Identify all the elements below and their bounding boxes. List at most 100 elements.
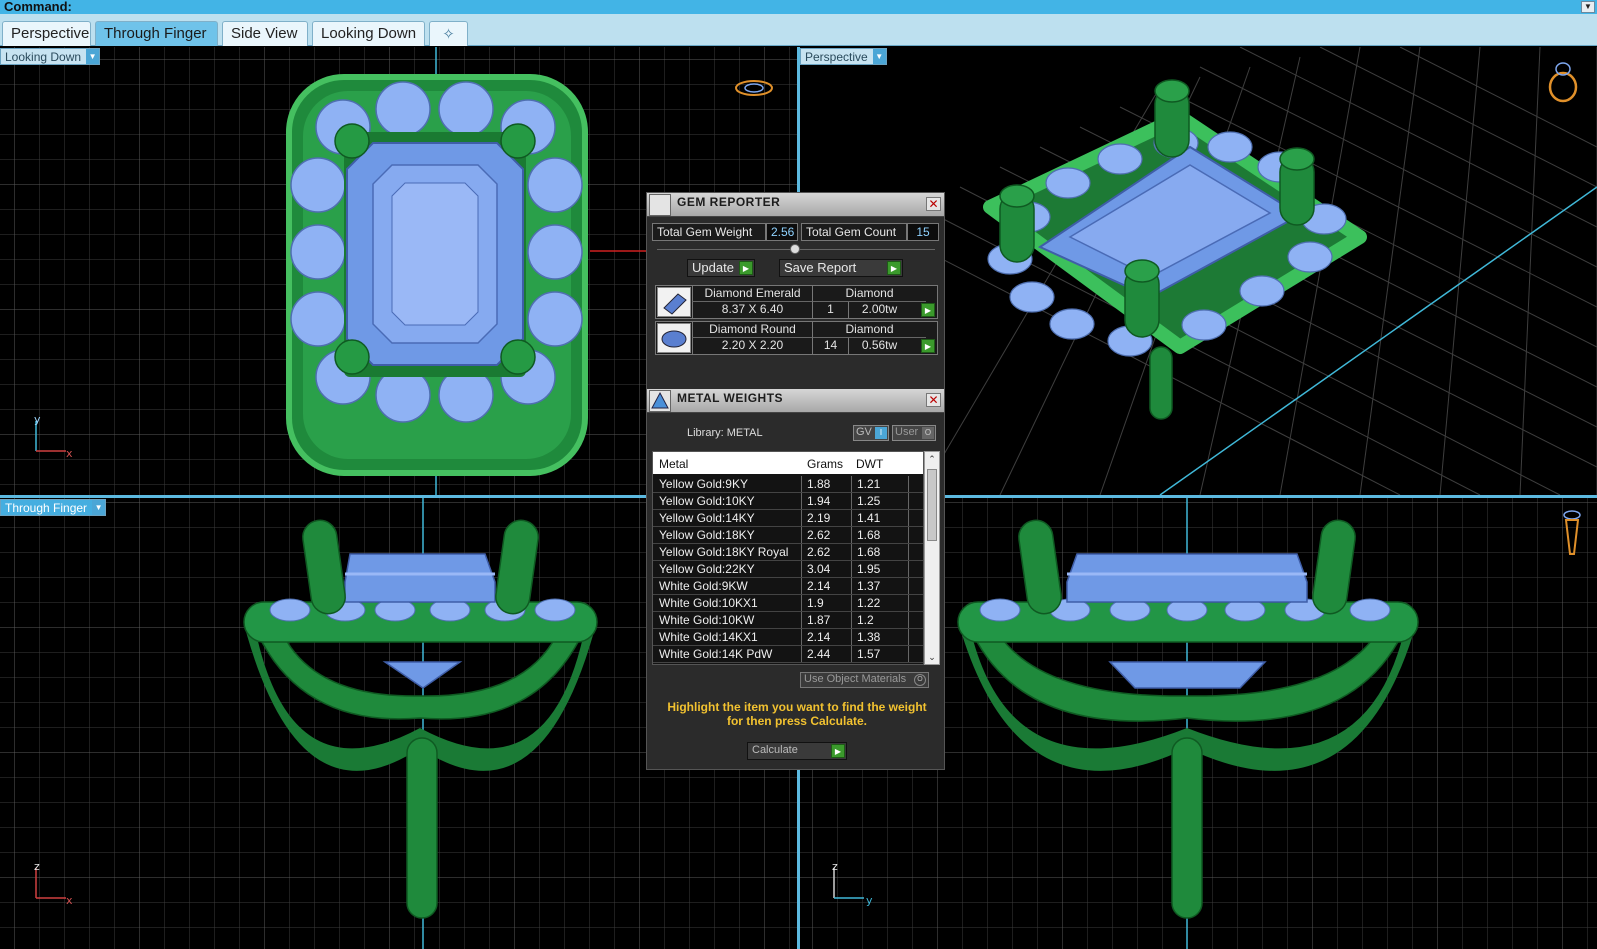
user-toggle[interactable]: User O bbox=[892, 425, 936, 441]
gem-material: Diamond bbox=[812, 322, 926, 338]
metal-dwt: 1.41 bbox=[851, 510, 909, 526]
viewport-label-looking-down[interactable]: Looking Down ▼ bbox=[0, 48, 101, 65]
user-label: User bbox=[895, 426, 919, 438]
metal-weight-icon bbox=[649, 390, 671, 412]
ring-orientation-icon bbox=[1563, 510, 1581, 555]
update-button-label: Update bbox=[692, 260, 734, 275]
metal-grams: 2.44 bbox=[801, 646, 851, 662]
gem-count: 14 bbox=[812, 338, 848, 354]
axis-label-x: x bbox=[66, 447, 73, 460]
total-gem-weight-value: 2.56 bbox=[766, 223, 798, 241]
calculate-hint: Highlight the item you want to find the … bbox=[667, 700, 927, 728]
axis-label-z: z bbox=[832, 860, 838, 873]
table-row[interactable]: Yellow Gold:14KY 2.19 1.41 bbox=[653, 510, 923, 527]
metal-dwt: 1.2 bbox=[851, 612, 909, 628]
total-gem-count-label: Total Gem Count bbox=[801, 223, 907, 241]
chevron-down-icon[interactable]: ▼ bbox=[86, 49, 100, 64]
metal-name: Yellow Gold:14KY bbox=[659, 511, 755, 525]
table-row[interactable]: Yellow Gold:9KY 1.88 1.21 bbox=[653, 476, 923, 493]
scroll-down-icon[interactable]: ⌄ bbox=[925, 650, 939, 664]
table-row[interactable]: Yellow Gold:22KY 3.04 1.95 bbox=[653, 561, 923, 578]
play-icon[interactable]: ▶ bbox=[921, 303, 935, 317]
table-row[interactable]: White Gold:10KX1 1.9 1.22 bbox=[653, 595, 923, 612]
table-row[interactable]: Yellow Gold:18KY Royal 2.62 1.68 bbox=[653, 544, 923, 561]
table-row[interactable]: Yellow Gold:10KY 1.94 1.25 bbox=[653, 493, 923, 510]
save-report-label: Save Report bbox=[784, 260, 857, 275]
chevron-down-icon[interactable]: ▼ bbox=[92, 500, 106, 515]
metal-weights-title: METAL WEIGHTS bbox=[677, 391, 784, 405]
axis-label-z: z bbox=[34, 860, 40, 873]
play-icon: ▶ bbox=[739, 261, 753, 275]
close-icon[interactable]: ✕ bbox=[926, 197, 941, 211]
metal-dwt: 1.57 bbox=[851, 646, 909, 662]
ring-orientation-icon bbox=[1548, 62, 1578, 103]
use-object-materials-toggle[interactable]: Use Object Materials O bbox=[800, 672, 929, 688]
table-row[interactable]: White Gold:9KW 2.14 1.37 bbox=[653, 578, 923, 595]
metal-name: White Gold:9KW bbox=[659, 579, 748, 593]
viewport-label-text: Looking Down bbox=[5, 50, 82, 64]
metal-grams: 2.62 bbox=[801, 544, 851, 560]
gem-reporter-title: GEM REPORTER bbox=[677, 195, 781, 209]
save-report-button[interactable]: Save Report ▶ bbox=[779, 259, 903, 277]
gem-weight: 2.00tw bbox=[848, 302, 910, 318]
metal-name: White Gold:10KX1 bbox=[659, 596, 758, 610]
command-bar[interactable]: Command: ▼ bbox=[0, 0, 1597, 14]
gem-name: Diamond Emerald bbox=[692, 286, 812, 302]
gem-list-item[interactable]: Diamond Round Diamond 2.20 X 2.20 14 0.5… bbox=[655, 321, 938, 355]
axis-label-y: y bbox=[34, 413, 41, 426]
library-label: Library: METAL bbox=[687, 427, 763, 439]
metal-weights-titlebar[interactable]: METAL WEIGHTS ✕ bbox=[647, 389, 944, 413]
axis-label-x: x bbox=[66, 894, 73, 907]
metal-dwt: 1.38 bbox=[851, 629, 909, 645]
table-scrollbar[interactable]: ⌃ ⌄ bbox=[924, 451, 940, 665]
table-row[interactable]: White Gold:14K PdW 2.44 1.57 bbox=[653, 646, 923, 663]
scrollbar-thumb[interactable] bbox=[927, 469, 937, 541]
update-button[interactable]: Update ▶ bbox=[687, 259, 755, 277]
metal-grams: 1.88 bbox=[801, 476, 851, 492]
table-row[interactable]: White Gold:14KX1 2.14 1.38 bbox=[653, 629, 923, 646]
chevron-down-icon[interactable]: ▼ bbox=[1581, 1, 1595, 13]
calculate-button[interactable]: Calculate ▶ bbox=[747, 742, 847, 760]
toggle-off-icon: O bbox=[914, 674, 926, 686]
column-header-grams: Grams bbox=[807, 457, 843, 471]
table-header: Metal Grams DWT bbox=[653, 452, 923, 474]
metal-dwt: 1.25 bbox=[851, 493, 909, 509]
gem-reporter-titlebar[interactable]: GEM REPORTER ✕ bbox=[647, 193, 944, 217]
metal-grams: 1.94 bbox=[801, 493, 851, 509]
viewport-label-text: Perspective bbox=[805, 50, 868, 64]
metal-dwt: 1.68 bbox=[851, 544, 909, 560]
gem-list-item[interactable]: Diamond Emerald Diamond 8.37 X 6.40 1 2.… bbox=[655, 285, 938, 319]
chevron-down-icon[interactable]: ▼ bbox=[872, 49, 886, 64]
close-icon[interactable]: ✕ bbox=[926, 393, 941, 407]
add-tab-icon[interactable]: ✧ bbox=[429, 21, 468, 46]
emerald-cut-icon bbox=[657, 287, 691, 317]
total-gem-count-value: 15 bbox=[907, 223, 939, 241]
calculate-label: Calculate bbox=[752, 744, 798, 756]
metal-grams: 1.87 bbox=[801, 612, 851, 628]
tab-perspective[interactable]: Perspective bbox=[2, 21, 91, 46]
viewport-label-through-finger[interactable]: Through Finger ▼ bbox=[0, 499, 107, 516]
play-icon[interactable]: ▶ bbox=[921, 339, 935, 353]
table-row[interactable]: Yellow Gold:18KY 2.62 1.68 bbox=[653, 527, 923, 544]
metal-name: White Gold:10KW bbox=[659, 613, 755, 627]
gem-weight: 0.56tw bbox=[848, 338, 910, 354]
gv-toggle[interactable]: GV I bbox=[853, 425, 889, 441]
metal-dwt: 1.21 bbox=[851, 476, 909, 492]
use-object-materials-label: Use Object Materials bbox=[804, 673, 907, 685]
tab-side-view[interactable]: Side View bbox=[222, 21, 308, 46]
toggle-off-icon: O bbox=[922, 427, 934, 439]
expander-handle[interactable] bbox=[790, 244, 800, 254]
command-label: Command: bbox=[4, 0, 72, 14]
tab-looking-down[interactable]: Looking Down bbox=[312, 21, 425, 46]
metal-grams: 3.04 bbox=[801, 561, 851, 577]
viewport-label-perspective[interactable]: Perspective ▼ bbox=[800, 48, 887, 65]
axis-indicator bbox=[35, 868, 66, 899]
metal-name: Yellow Gold:9KY bbox=[659, 477, 748, 491]
gem-report-icon bbox=[649, 194, 671, 216]
round-cut-icon bbox=[657, 323, 691, 353]
metal-name: Yellow Gold:22KY bbox=[659, 562, 755, 576]
table-row[interactable]: White Gold:10KW 1.87 1.2 bbox=[653, 612, 923, 629]
scroll-up-icon[interactable]: ⌃ bbox=[925, 452, 939, 466]
tab-through-finger[interactable]: Through Finger bbox=[95, 21, 218, 46]
toggle-on-icon: I bbox=[875, 427, 887, 439]
